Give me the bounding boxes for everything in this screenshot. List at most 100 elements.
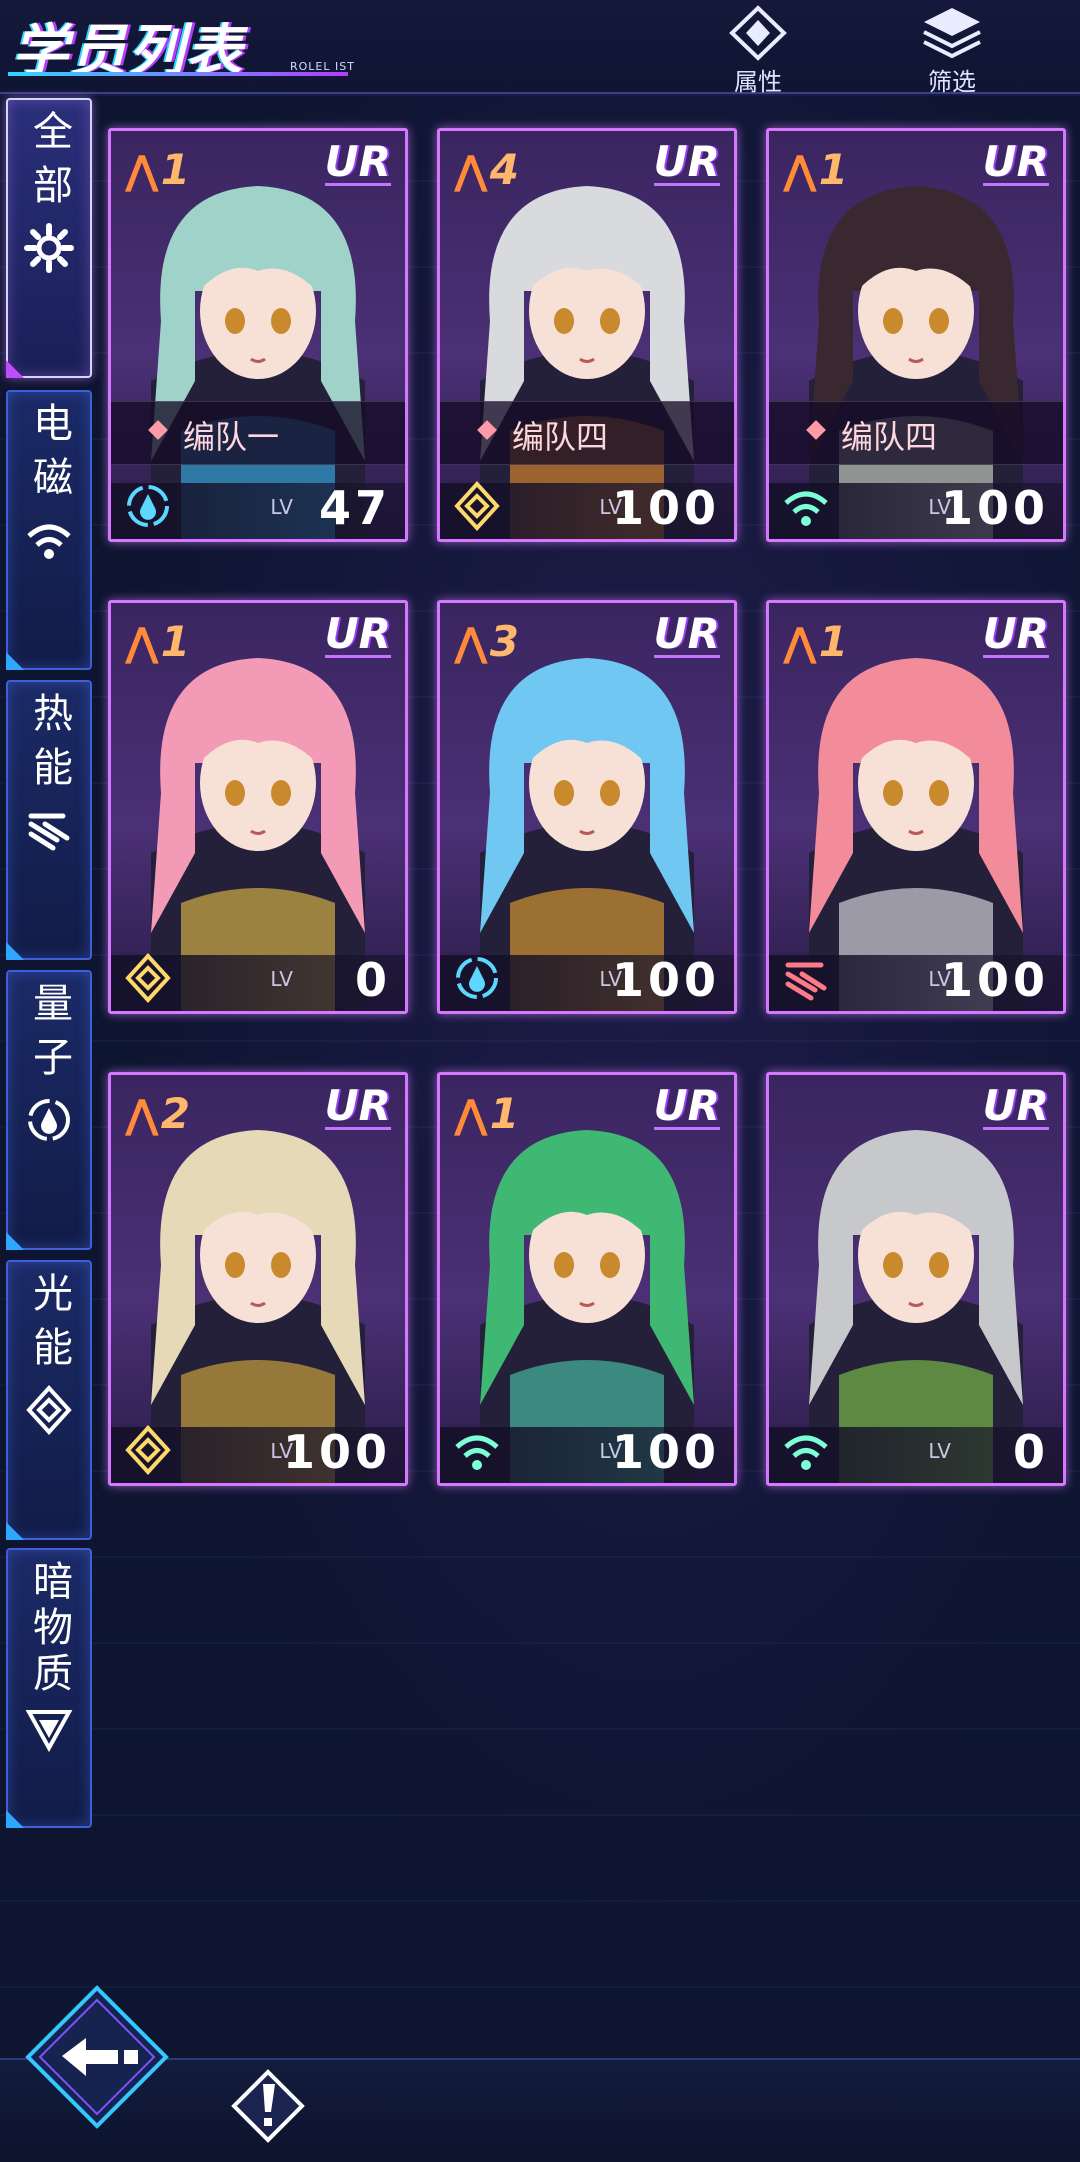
level-value: 100 [940,481,1049,535]
light-element-icon [454,481,500,531]
student-card[interactable]: ⋀1 UR 编队一 LV 47 [108,128,408,542]
tab-dark-matter[interactable]: 暗物质 [6,1548,92,1828]
star-count: 1 [489,1089,521,1138]
star-level: ⋀3 [454,617,521,666]
student-card[interactable]: ⋀1 UR LV 100 [437,1072,737,1486]
rarity-badge: UR [324,609,391,658]
tab-quantum[interactable]: 量子 [6,970,92,1250]
star-count: 2 [160,1089,192,1138]
tip-button[interactable] [230,2068,306,2144]
star-chevron-icon: ⋀ [783,620,819,666]
filter-label: 筛选 [928,68,976,96]
tab-electromagnetic-label: 电磁 [26,402,72,510]
attribute-icon [729,5,787,61]
tab-all[interactable]: 全部 [6,98,92,378]
light-icon [26,1385,72,1435]
tab-electromagnetic[interactable]: 电磁 [6,390,92,670]
rarity-badge: UR [324,137,391,186]
team-label: 编队一 [183,418,280,456]
tab-corner [6,1810,24,1828]
student-card[interactable]: ⋀3 UR LV 100 [437,600,737,1014]
tab-corner [6,652,24,670]
diamond-icon [477,420,497,440]
rarity-badge: UR [653,137,720,186]
star-count: 1 [818,617,850,666]
level-value: 100 [611,953,720,1007]
rarity-badge: UR [653,609,720,658]
star-count: 1 [160,145,192,194]
diamond-icon [148,420,168,440]
header-bar: 学员列表 ROLEL IST 属性 筛选 [0,0,1080,96]
tab-light-label: 光能 [26,1272,72,1380]
thermal-icon [28,813,70,851]
light-element-icon [125,953,171,1003]
thermal-element-icon [785,962,827,1001]
star-level: ⋀1 [125,145,192,194]
rarity-badge: UR [982,137,1049,186]
star-level: ⋀1 [454,1089,521,1138]
star-chevron-icon: ⋀ [125,1092,161,1138]
student-card[interactable]: ⋀1 UR LV 100 [766,600,1066,1014]
tab-corner [6,942,24,960]
attribute-button[interactable]: 属性 [698,4,818,96]
star-level: ⋀1 [783,617,850,666]
star-count: 4 [489,145,521,194]
diamond-icon [806,420,826,440]
star-level: ⋀4 [454,145,521,194]
student-card[interactable]: ⋀4 UR 编队四 LV 100 [437,128,737,542]
tab-light[interactable]: 光能 [6,1260,92,1540]
title-underline [8,72,348,76]
rarity-badge: UR [982,609,1049,658]
level-value: 100 [282,1425,391,1479]
star-chevron-icon: ⋀ [454,620,490,666]
star-count: 1 [160,617,192,666]
level-value: 47 [318,481,391,535]
level-tag: LV [270,967,293,991]
electromagnetic-element-icon [784,1435,828,1470]
star-chevron-icon: ⋀ [783,148,819,194]
tab-corner [6,1232,24,1250]
star-chevron-icon: ⋀ [125,148,161,194]
quantum-element-icon [456,957,498,999]
all-elements-icon [24,223,74,273]
team-banner: 编队四 [769,401,1063,465]
star-chevron-icon: ⋀ [454,1092,490,1138]
layers-icon [923,8,981,59]
star-chevron-icon: ⋀ [125,620,161,666]
tab-corner [6,360,24,378]
star-count: 1 [818,145,850,194]
quantum-icon [28,1099,70,1141]
level-tag: LV [270,495,293,519]
level-value: 100 [611,1425,720,1479]
level-tag: LV [928,1439,951,1463]
student-card[interactable]: UR LV 0 [766,1072,1066,1486]
student-card[interactable]: ⋀2 UR LV 100 [108,1072,408,1486]
student-card[interactable]: ⋀1 UR LV 0 [108,600,408,1014]
tab-thermal-label: 热能 [26,692,72,800]
level-value: 0 [354,953,391,1007]
rarity-badge: UR [982,1081,1049,1130]
attribute-label: 属性 [734,68,782,96]
student-card[interactable]: ⋀1 UR 编队四 LV 100 [766,128,1066,542]
level-value: 100 [940,953,1049,1007]
electromagnetic-icon [27,524,71,559]
star-level: ⋀1 [783,145,850,194]
tab-all-label: 全部 [26,110,72,218]
team-banner: 编队一 [111,401,405,465]
tab-corner [6,1522,24,1540]
light-element-icon [125,1425,171,1475]
filter-button[interactable]: 筛选 [892,4,1012,96]
star-count: 3 [489,617,521,666]
team-label: 编队四 [512,418,609,456]
quantum-element-icon [127,485,169,527]
rarity-badge: UR [653,1081,720,1130]
character-portrait [809,1130,1023,1483]
star-chevron-icon: ⋀ [454,148,490,194]
level-value: 0 [1012,1425,1049,1479]
electromagnetic-element-icon [455,1435,499,1470]
star-level: ⋀1 [125,617,192,666]
tab-thermal[interactable]: 热能 [6,680,92,960]
star-level: ⋀2 [125,1089,192,1138]
back-button[interactable] [22,1982,172,2132]
team-banner: 编队四 [440,401,734,465]
